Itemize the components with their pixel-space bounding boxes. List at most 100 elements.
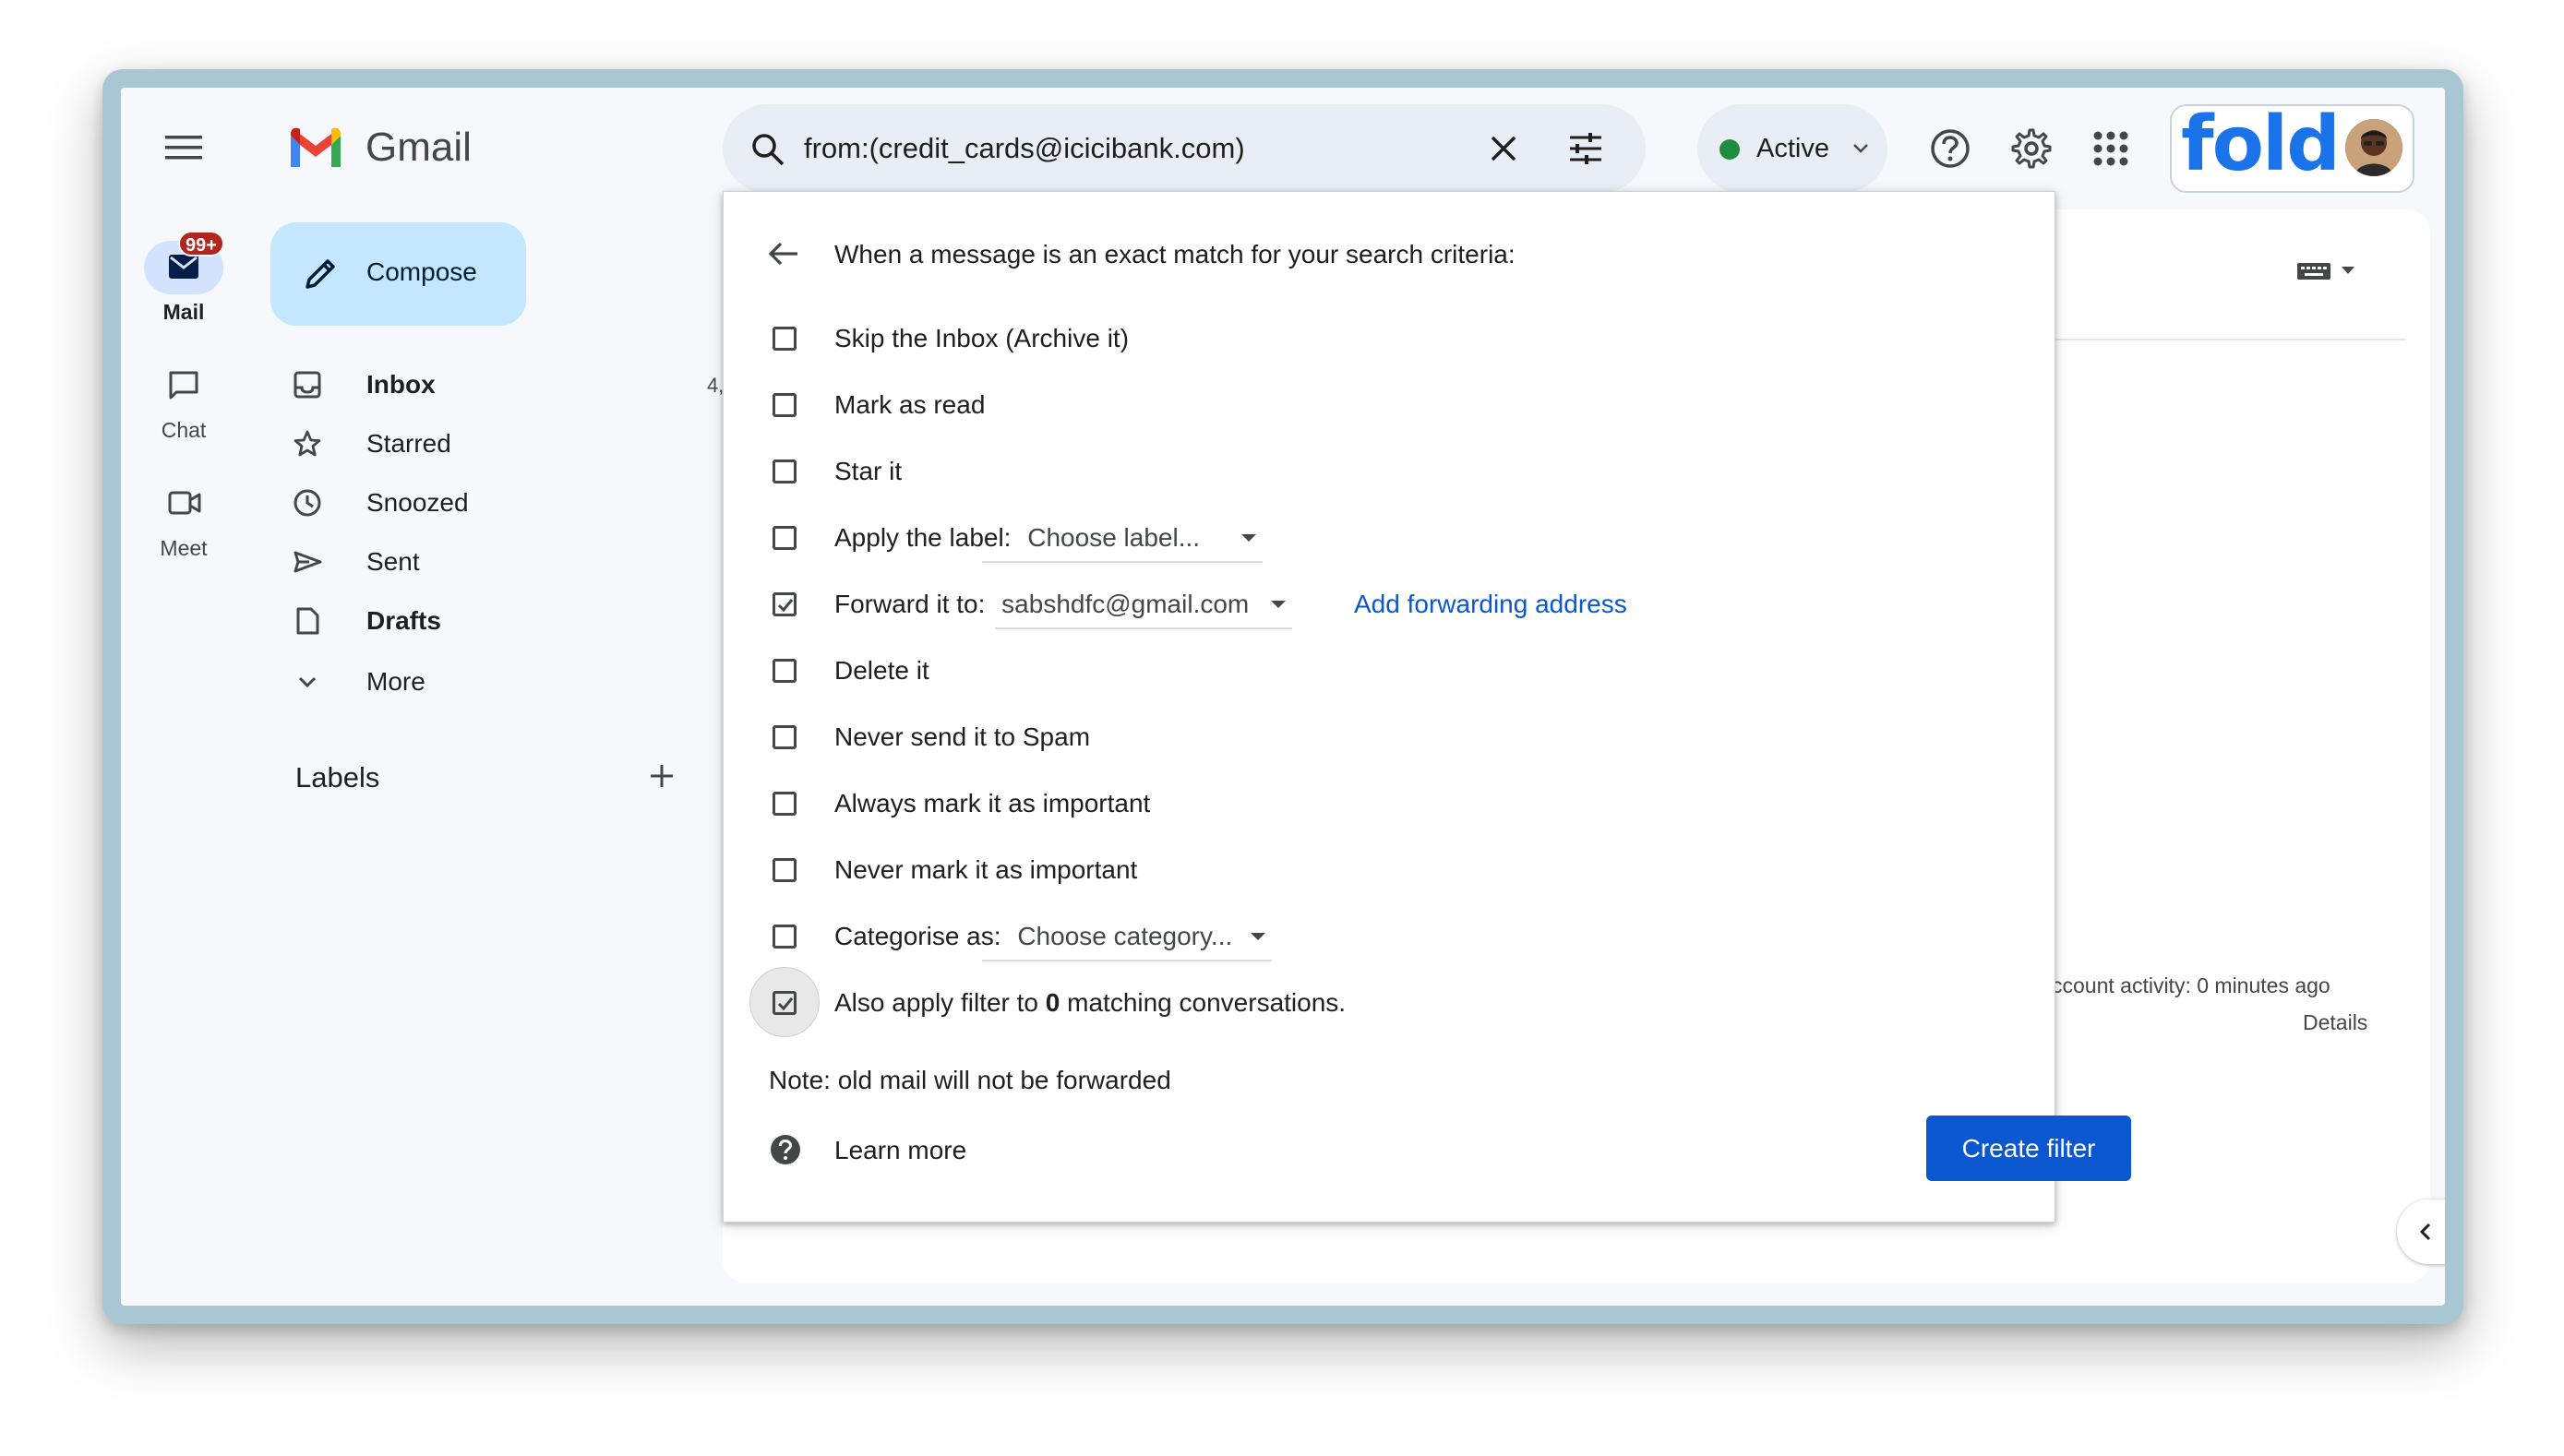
option-categorise[interactable]: Categorise as: Choose category... (724, 910, 2053, 961)
create-filter-button[interactable]: Create filter (1926, 1116, 2131, 1181)
status-selector[interactable]: Active (1697, 104, 1887, 193)
clear-search-icon[interactable] (1489, 134, 1518, 163)
filter-actions-panel: When a message is an exact match for you… (723, 191, 2055, 1223)
matching-count: 0 (1045, 988, 1060, 1017)
option-label: Star it (834, 457, 903, 485)
option-mark-read[interactable]: Mark as read (724, 378, 2053, 430)
keyboard-icon[interactable] (2297, 257, 2362, 283)
option-label: Mark as read (834, 390, 986, 419)
dropdown-underline (982, 561, 1263, 563)
option-label: Always mark it as important (834, 789, 1151, 818)
option-apply-label[interactable]: Apply the label: Choose label... (724, 511, 2053, 563)
chevron-down-icon (293, 667, 322, 697)
help-circle-icon[interactable] (770, 1134, 801, 1165)
dropdown-arrow-icon[interactable] (1250, 932, 1266, 941)
main-menu-icon[interactable] (165, 134, 202, 161)
nav-label-starred: Starred (366, 429, 451, 458)
nav-label-sent: Sent (366, 547, 420, 576)
option-label: Skip the Inbox (Archive it) (834, 324, 1130, 352)
mail-rail-label: Mail (162, 300, 205, 324)
option-star-it[interactable]: Star it (724, 445, 2053, 496)
forward-note: Note: old mail will not be forwarded (769, 1066, 1171, 1094)
never-spam-checkbox[interactable] (773, 725, 797, 749)
status-dot-icon (1719, 139, 1740, 160)
chevron-left-icon (2419, 1223, 2432, 1241)
option-never-important[interactable]: Never mark it as important (724, 843, 2053, 895)
fold-logo: fold (2181, 101, 2341, 188)
dropdown-arrow-icon[interactable] (1240, 533, 1257, 543)
chevron-down-icon (1852, 143, 1869, 154)
nav-item-snoozed[interactable]: Snoozed (269, 473, 800, 532)
labels-heading: Labels (295, 761, 380, 794)
categorise-text: Categorise as: (834, 922, 1001, 950)
categorise-checkbox[interactable] (773, 925, 797, 949)
nav-item-sent[interactable]: Sent (269, 532, 800, 591)
option-label: Apply the label: Choose label... (834, 523, 1200, 553)
search-options-icon[interactable] (1568, 132, 1603, 165)
option-never-spam[interactable]: Never send it to Spam (724, 710, 2053, 762)
option-forward[interactable]: Forward it to: sabshdfc@gmail.com Add fo… (724, 578, 2053, 629)
divider (2055, 339, 2406, 340)
account-activity-text: ccount activity: 0 minutes ago (2052, 973, 2330, 997)
forward-address-select[interactable]: sabshdfc@gmail.com (1001, 590, 1249, 618)
nav-item-starred[interactable]: Starred (269, 414, 800, 473)
forward-checkbox[interactable] (773, 592, 797, 616)
dropdown-arrow-icon[interactable] (1270, 600, 1287, 609)
star-it-checkbox[interactable] (773, 459, 797, 483)
apps-grid-icon[interactable] (2092, 130, 2129, 167)
pencil-icon (302, 256, 339, 292)
nav-label-snoozed: Snoozed (366, 488, 469, 517)
chat-rail-label[interactable]: Chat (121, 418, 246, 443)
mark-read-checkbox[interactable] (773, 393, 797, 417)
option-label: Never mark it as important (834, 855, 1138, 884)
meet-rail-label[interactable]: Meet (121, 536, 246, 561)
settings-gear-icon[interactable] (2011, 128, 2052, 169)
meet-icon[interactable] (168, 490, 201, 516)
skip-inbox-checkbox[interactable] (773, 327, 797, 351)
mail-unread-badge: 99+ (178, 231, 224, 257)
apply-label-text: Apply the label: (834, 523, 1012, 552)
star-icon (293, 429, 322, 459)
nav-label-drafts: Drafts (366, 606, 441, 635)
never-important-checkbox[interactable] (773, 858, 797, 882)
option-label: Delete it (834, 656, 929, 685)
help-icon[interactable] (1930, 128, 1971, 169)
also-apply-suffix: matching conversations. (1060, 988, 1347, 1017)
also-apply-prefix: Also apply filter to (834, 988, 1046, 1017)
option-label: Never send it to Spam (834, 722, 1091, 751)
clock-icon (293, 488, 322, 518)
compose-button[interactable]: Compose (270, 222, 526, 326)
nav-item-inbox[interactable]: Inbox 4,886 (269, 355, 800, 414)
option-also-apply[interactable]: Also apply filter to 0 matching conversa… (724, 967, 2053, 1037)
gmail-window: 99+ Mail Chat Meet Gmail Compose Inbox S… (121, 88, 2445, 1306)
gmail-logo-icon[interactable] (287, 126, 344, 171)
forward-text: Forward it to: (834, 590, 986, 618)
search-icon[interactable] (750, 132, 785, 167)
add-forwarding-address-link[interactable]: Add forwarding address (1354, 590, 1627, 619)
apply-label-checkbox[interactable] (773, 526, 797, 550)
label-select[interactable]: Choose label... (1027, 523, 1200, 552)
details-link[interactable]: Details (2303, 1010, 2367, 1035)
dropdown-underline (995, 627, 1292, 629)
delete-checkbox[interactable] (773, 659, 797, 683)
back-arrow-icon[interactable] (768, 240, 799, 268)
gmail-wordmark[interactable]: Gmail (365, 125, 472, 171)
search-bar[interactable]: from:(credit_cards@icicibank.com) (723, 104, 1646, 193)
option-always-important[interactable]: Always mark it as important (724, 777, 2053, 829)
learn-more-link[interactable]: Learn more (834, 1136, 966, 1165)
nav-item-more[interactable]: More (269, 652, 800, 711)
filter-criteria-header: When a message is an exact match for you… (834, 240, 1516, 269)
dropdown-underline (982, 960, 1272, 961)
also-apply-checkbox[interactable] (773, 991, 797, 1015)
chat-icon[interactable] (168, 370, 199, 401)
always-important-checkbox[interactable] (773, 792, 797, 816)
option-delete[interactable]: Delete it (724, 644, 2053, 696)
option-skip-inbox[interactable]: Skip the Inbox (Archive it) (724, 312, 2053, 364)
category-select[interactable]: Choose category... (1017, 922, 1232, 950)
draft-icon (293, 606, 322, 636)
add-label-icon[interactable] (649, 763, 675, 789)
nav-item-drafts[interactable]: Drafts 8 (269, 591, 800, 650)
search-input[interactable]: from:(credit_cards@icicibank.com) (804, 132, 1245, 165)
account-avatar[interactable] (2345, 119, 2402, 176)
fold-extension-badge[interactable]: fold (2170, 101, 2414, 193)
